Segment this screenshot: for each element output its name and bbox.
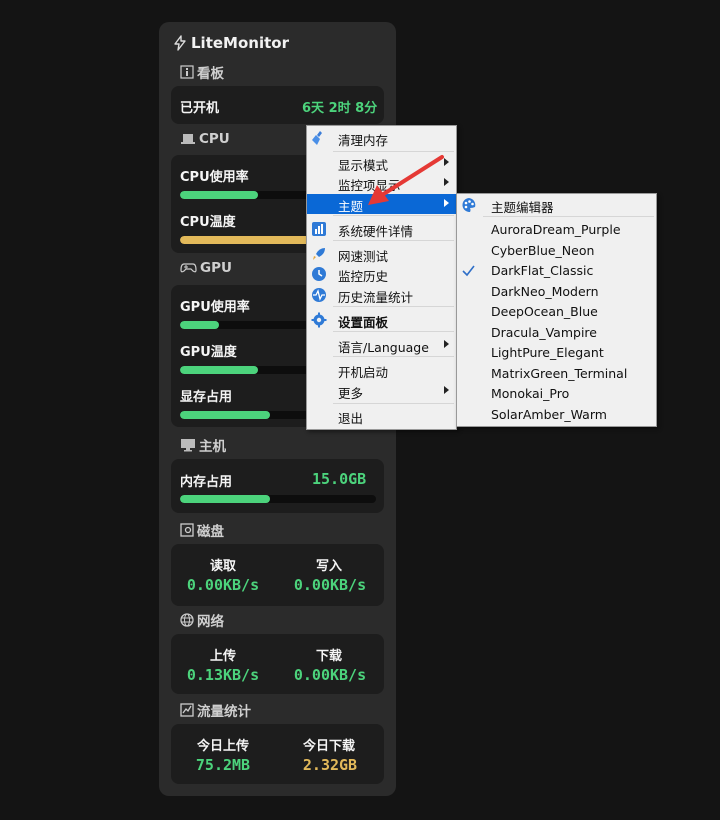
theme-item[interactable]: MatrixGreen_Terminal [457, 364, 656, 384]
menu-separator [333, 356, 454, 357]
uptime-value: 6天 2时 8分 [302, 101, 378, 116]
menu-separator [333, 331, 454, 332]
disk-icon [180, 523, 194, 537]
broom-icon [312, 131, 322, 145]
menu-item-traffic-history[interactable]: 历史流量统计 [307, 285, 456, 305]
theme-item[interactable]: DeepOcean_Blue [457, 302, 656, 322]
submenu-arrow-icon [444, 340, 449, 348]
theme-item-checked[interactable]: DarkFlat_Classic [457, 261, 656, 281]
menu-item-more[interactable]: 更多 [307, 381, 456, 401]
theme-submenu: 主题编辑器 AuroraDream_Purple CyberBlue_Neon … [456, 193, 657, 427]
menu-item-language[interactable]: 语言/Language [307, 335, 456, 355]
gear-icon [311, 312, 327, 328]
checkmark-icon [462, 265, 475, 277]
today-down-value: 2.32GB [302, 756, 358, 774]
gpu-temp-label: GPU温度 [180, 345, 237, 360]
theme-item[interactable]: SolarAmber_Warm [457, 405, 656, 425]
today-up-label: 今日上传 [196, 739, 249, 754]
uptime-label: 已开机 [180, 101, 220, 116]
menu-item-clean-memory[interactable]: 清理内存 [307, 128, 456, 148]
mem-label: 内存占用 [180, 475, 233, 490]
submenu-arrow-icon [444, 386, 449, 394]
today-down-label: 今日下载 [302, 739, 355, 754]
theme-item[interactable]: DarkNeo_Modern [457, 282, 656, 302]
globe-icon [180, 613, 194, 627]
theme-item[interactable]: Dracula_Vampire [457, 323, 656, 343]
theme-item[interactable]: LightPure_Elegant [457, 343, 656, 363]
menu-item-settings[interactable]: 设置面板 [307, 310, 456, 330]
monitor-icon [181, 439, 195, 452]
traffic-card [171, 724, 384, 784]
net-up-label: 上传 [209, 649, 236, 664]
network-section-title: 网络 [180, 610, 224, 630]
traffic-section-title: 流量统计 [180, 700, 251, 720]
laptop-icon [181, 134, 195, 144]
net-down-value: 0.00KB/s [293, 666, 367, 684]
net-down-label: 下载 [315, 649, 342, 664]
cpu-temp-label: CPU温度 [180, 215, 236, 230]
theme-item[interactable]: Monokai_Pro [457, 384, 656, 404]
annotation-arrow [368, 155, 444, 205]
bar-chart-icon [312, 222, 326, 236]
gamepad-icon [180, 263, 197, 273]
app-title: LiteMonitor [191, 34, 289, 52]
app-header: LiteMonitor [172, 34, 289, 52]
rocket-icon [313, 248, 325, 260]
menu-separator [333, 240, 454, 241]
menu-item-hardware-details[interactable]: 系统硬件详情 [307, 219, 456, 239]
palette-icon [462, 198, 476, 213]
pulse-icon [312, 288, 326, 302]
vram-label: 显存占用 [180, 390, 233, 405]
today-up-value: 75.2MB [195, 756, 251, 774]
menu-item-autostart[interactable]: 开机启动 [307, 360, 456, 380]
menu-item-monitor-history[interactable]: 监控历史 [307, 264, 456, 284]
disk-card [171, 544, 384, 606]
checkbox-chart-icon [180, 703, 194, 717]
disk-read-label: 读取 [209, 559, 236, 574]
gpu-usage-label: GPU使用率 [180, 300, 250, 315]
menu-item-exit[interactable]: 退出 [307, 406, 456, 426]
disk-read-value: 0.00KB/s [186, 576, 260, 594]
network-card [171, 634, 384, 694]
gpu-section-title: GPU [180, 260, 232, 276]
mem-value: 15.0GB [312, 470, 367, 488]
lightning-icon [174, 35, 186, 51]
theme-editor-item[interactable]: 主题编辑器 [457, 195, 656, 215]
cpu-usage-label: CPU使用率 [180, 170, 249, 185]
menu-separator [333, 403, 454, 404]
mem-bar [180, 495, 376, 503]
theme-item[interactable]: AuroraDream_Purple [457, 220, 656, 240]
clock-icon [312, 267, 326, 281]
disk-write-label: 写入 [315, 559, 342, 574]
info-icon [180, 65, 194, 79]
menu-item-speed-test[interactable]: 网速测试 [307, 244, 456, 264]
disk-write-value: 0.00KB/s [293, 576, 367, 594]
cpu-section-title: CPU [180, 131, 230, 147]
theme-item[interactable]: CyberBlue_Neon [457, 241, 656, 261]
menu-separator [483, 216, 654, 217]
dashboard-section-title: 看板 [180, 62, 224, 82]
net-up-value: 0.13KB/s [186, 666, 260, 684]
disk-section-title: 磁盘 [180, 520, 224, 540]
menu-separator [333, 306, 454, 307]
host-section-title: 主机 [180, 435, 226, 455]
